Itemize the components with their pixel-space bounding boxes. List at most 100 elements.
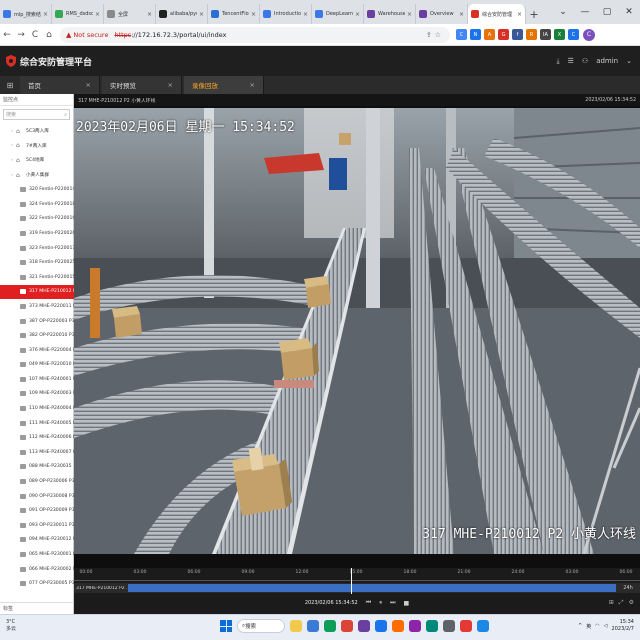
camera-item[interactable]: 111 MHE-P240005 P: [0, 416, 74, 431]
extension-icon[interactable]: C: [568, 29, 579, 40]
window-control-button[interactable]: ✕: [618, 7, 640, 17]
close-icon[interactable]: ×: [355, 11, 360, 18]
playback-control-button[interactable]: ■: [404, 600, 410, 607]
track-range[interactable]: 24h: [616, 585, 640, 591]
user-icon[interactable]: ⚇: [582, 57, 588, 65]
camera-item[interactable]: 090 OP-P230008 P3: [0, 489, 74, 504]
home-button[interactable]: ⌂: [42, 30, 56, 40]
warning-icon[interactable]: ▲: [66, 31, 71, 39]
camera-item[interactable]: 112 MHE-P240006 P: [0, 430, 74, 445]
app-grid-icon[interactable]: ⊞: [0, 81, 20, 90]
browser-tab[interactable]: Overview ×: [416, 4, 468, 24]
close-icon[interactable]: ×: [147, 11, 152, 18]
browser-tab[interactable]: RMS_dsdsds×: [52, 4, 104, 24]
window-control-button[interactable]: —: [574, 7, 596, 17]
taskbar-app-icon[interactable]: [477, 620, 489, 632]
close-icon[interactable]: ×: [251, 11, 256, 18]
timeline-cursor[interactable]: [351, 568, 353, 594]
extension-icon[interactable]: C: [456, 29, 467, 40]
camera-item[interactable]: 091 OP-P230009 P3: [0, 503, 74, 518]
chevron-right-icon[interactable]: ›: [8, 158, 16, 163]
playback-control-button[interactable]: ⏸: [379, 599, 382, 607]
module-tab[interactable]: 首页 ×: [20, 76, 100, 94]
extension-icon[interactable]: R: [526, 29, 537, 40]
module-tab[interactable]: 实时预览 ×: [102, 76, 182, 94]
close-icon[interactable]: ×: [43, 11, 48, 18]
close-icon[interactable]: ×: [459, 11, 464, 18]
tree-group[interactable]: › ⌂ 5C3两入库: [0, 124, 74, 139]
tree-group[interactable]: › ⌂ 小黄人集群: [0, 168, 74, 183]
camera-item[interactable]: 317 MHE-P210012 P: [0, 284, 74, 300]
close-icon[interactable]: ×: [199, 11, 204, 18]
window-control-button[interactable]: ▢: [596, 7, 618, 17]
close-icon[interactable]: ×: [86, 81, 91, 89]
view-tool-icon[interactable]: ⚙: [629, 599, 634, 607]
wifi-icon[interactable]: ◠: [595, 623, 599, 629]
camera-item[interactable]: 107 MHE-P240001 P: [0, 372, 74, 387]
camera-item[interactable]: 373 MHE-P220011 P: [0, 299, 74, 314]
url-input[interactable]: ▲ Not secure https://172.16.72.3/portal/…: [60, 26, 450, 43]
volume-icon[interactable]: ◁: [604, 623, 608, 629]
camera-item[interactable]: 321 Fentin-P220015: [0, 270, 74, 285]
close-icon[interactable]: ×: [250, 81, 255, 89]
username[interactable]: admin: [596, 57, 618, 65]
timeline-track[interactable]: 317 MHE-P210012 P2 ... 24h: [74, 583, 640, 593]
taskbar-app-icon[interactable]: [426, 620, 438, 632]
camera-item[interactable]: 077 OP-P230005 P3: [0, 576, 74, 591]
camera-item[interactable]: 109 MHE-P240003 P: [0, 387, 74, 402]
view-tool-icon[interactable]: ⤢: [619, 599, 624, 607]
browser-tab[interactable]: DeepLearnin×: [312, 4, 364, 24]
taskbar-app-icon[interactable]: [392, 620, 404, 632]
chevron-right-icon[interactable]: ›: [8, 129, 16, 134]
taskbar-app-icon[interactable]: [409, 620, 421, 632]
camera-item[interactable]: 320 Fentin-P220014: [0, 182, 74, 197]
extension-icon[interactable]: IA: [540, 29, 551, 40]
current-datetime[interactable]: 2023/02/06 15:34:52: [305, 600, 358, 606]
close-icon[interactable]: ×: [168, 81, 173, 89]
taskbar-app-icon[interactable]: [307, 620, 319, 632]
camera-item[interactable]: 093 OP-P230011 P3: [0, 518, 74, 533]
reload-button[interactable]: C: [28, 30, 42, 40]
camera-search-input[interactable]: 搜索 ⌕: [3, 109, 70, 120]
windows-start-icon[interactable]: [220, 620, 232, 632]
url-text[interactable]: https://172.16.72.3/portal/ui/index: [114, 31, 226, 39]
extension-icon[interactable]: f: [512, 29, 523, 40]
input-language[interactable]: 英: [586, 623, 591, 630]
close-icon[interactable]: ×: [95, 11, 100, 18]
share-bookmark-icons[interactable]: ⇪☆: [426, 31, 444, 39]
taskbar-app-icon[interactable]: [443, 620, 455, 632]
extension-icon[interactable]: A: [484, 29, 495, 40]
video-frame[interactable]: 2023年02月06日 星期一 15:34:52 317 MHE-P210012…: [74, 108, 640, 554]
recording-bar[interactable]: [128, 584, 616, 592]
camera-item[interactable]: 110 MHE-P240004 P: [0, 401, 74, 416]
taskbar-search[interactable]: ⌕ 搜索: [237, 619, 285, 633]
extension-icon[interactable]: G: [498, 29, 509, 40]
camera-item[interactable]: 376 MHE-P220004 P: [0, 343, 74, 358]
camera-item[interactable]: 323 Fentin-P220017: [0, 241, 74, 256]
security-label[interactable]: Not secure: [73, 31, 108, 39]
browser-tab[interactable]: mlp_搜索结果×: [0, 4, 52, 24]
view-tool-icon[interactable]: ⊞: [609, 599, 614, 607]
module-tab[interactable]: 录像回放 ×: [184, 76, 264, 94]
extension-icon[interactable]: X: [554, 29, 565, 40]
camera-item[interactable]: 382 OP-P220010 P3: [0, 328, 74, 343]
close-icon[interactable]: ×: [517, 11, 522, 18]
window-control-button[interactable]: ⌄: [552, 7, 574, 17]
close-icon[interactable]: ×: [407, 11, 412, 18]
browser-tab[interactable]: TencentFlow×: [208, 4, 260, 24]
panel-footer[interactable]: 标签: [0, 602, 74, 614]
camera-item[interactable]: 318 Fentin-P220025: [0, 255, 74, 270]
taskbar-app-icon[interactable]: [290, 620, 302, 632]
camera-item[interactable]: 324 Fentin-P220018: [0, 197, 74, 212]
taskbar-app-icon[interactable]: [324, 620, 336, 632]
profile-avatar[interactable]: C: [583, 28, 595, 41]
camera-item[interactable]: 387 OP-P220003 P3: [0, 314, 74, 329]
clock[interactable]: 15:34 2023/2/7: [612, 619, 634, 633]
camera-item[interactable]: 319 Fentin-P220026: [0, 226, 74, 241]
browser-tab[interactable]: 全屏 ×: [104, 4, 156, 24]
camera-item[interactable]: 094 MHE-P230012 P: [0, 533, 74, 548]
new-tab-button[interactable]: +: [526, 4, 542, 24]
close-icon[interactable]: ×: [303, 11, 308, 18]
playback-control-button[interactable]: ⏭: [390, 599, 395, 607]
browser-tab[interactable]: 综合安防管理 ×: [468, 4, 526, 24]
